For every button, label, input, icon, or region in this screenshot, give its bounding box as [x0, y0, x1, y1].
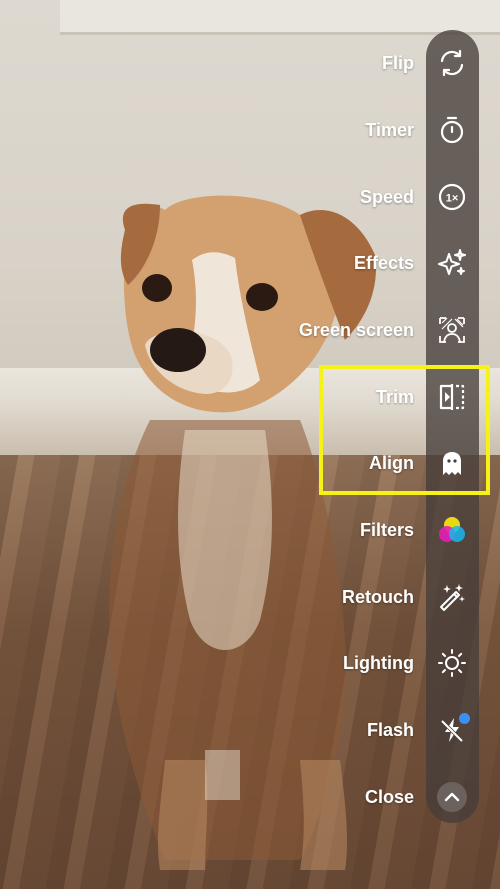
effects-label: Effects [353, 253, 414, 273]
ui-overlay: Flip Timer Speed 1× Effects Green screen… [0, 0, 500, 889]
timer-label: Timer [365, 120, 414, 140]
speed-label: Speed [359, 187, 414, 207]
menu-item-effects[interactable]: Effects [0, 241, 500, 285]
retouch-label: Retouch [342, 587, 414, 607]
menu-item-close[interactable]: Close [0, 775, 500, 819]
magic-wand-icon[interactable] [430, 575, 474, 619]
menu-item-lighting[interactable]: Lighting [0, 641, 500, 685]
speed-value: 1× [446, 193, 459, 205]
menu-item-flip[interactable]: Flip [0, 41, 500, 85]
menu-item-green-screen[interactable]: Green screen [0, 308, 500, 352]
menu-item-speed[interactable]: Speed 1× [0, 175, 500, 219]
menu-item-retouch[interactable]: Retouch [0, 575, 500, 619]
flash-label: Flash [366, 720, 414, 740]
green-screen-icon[interactable] [430, 308, 474, 352]
speed-icon[interactable]: 1× [430, 175, 474, 219]
menu-item-filters[interactable]: Filters [0, 508, 500, 552]
sun-icon[interactable] [430, 641, 474, 685]
menu-item-timer[interactable]: Timer [0, 108, 500, 152]
sparkles-icon[interactable] [430, 241, 474, 285]
filters-label: Filters [359, 520, 414, 540]
trim-align-highlight-box [319, 365, 490, 495]
flip-label: Flip [382, 53, 414, 73]
timer-icon[interactable] [430, 108, 474, 152]
flip-icon[interactable] [430, 41, 474, 85]
chevron-up-icon[interactable] [430, 775, 474, 819]
menu-item-flash[interactable]: Flash [0, 708, 500, 752]
camera-screen: Flip Timer Speed 1× Effects Green screen… [0, 0, 500, 889]
flash-off-icon[interactable] [430, 708, 474, 752]
lighting-label: Lighting [343, 653, 414, 673]
close-label: Close [364, 787, 414, 807]
green-screen-label: Green screen [298, 320, 414, 340]
filters-icon[interactable] [430, 508, 474, 552]
flash-notification-dot [459, 713, 470, 724]
